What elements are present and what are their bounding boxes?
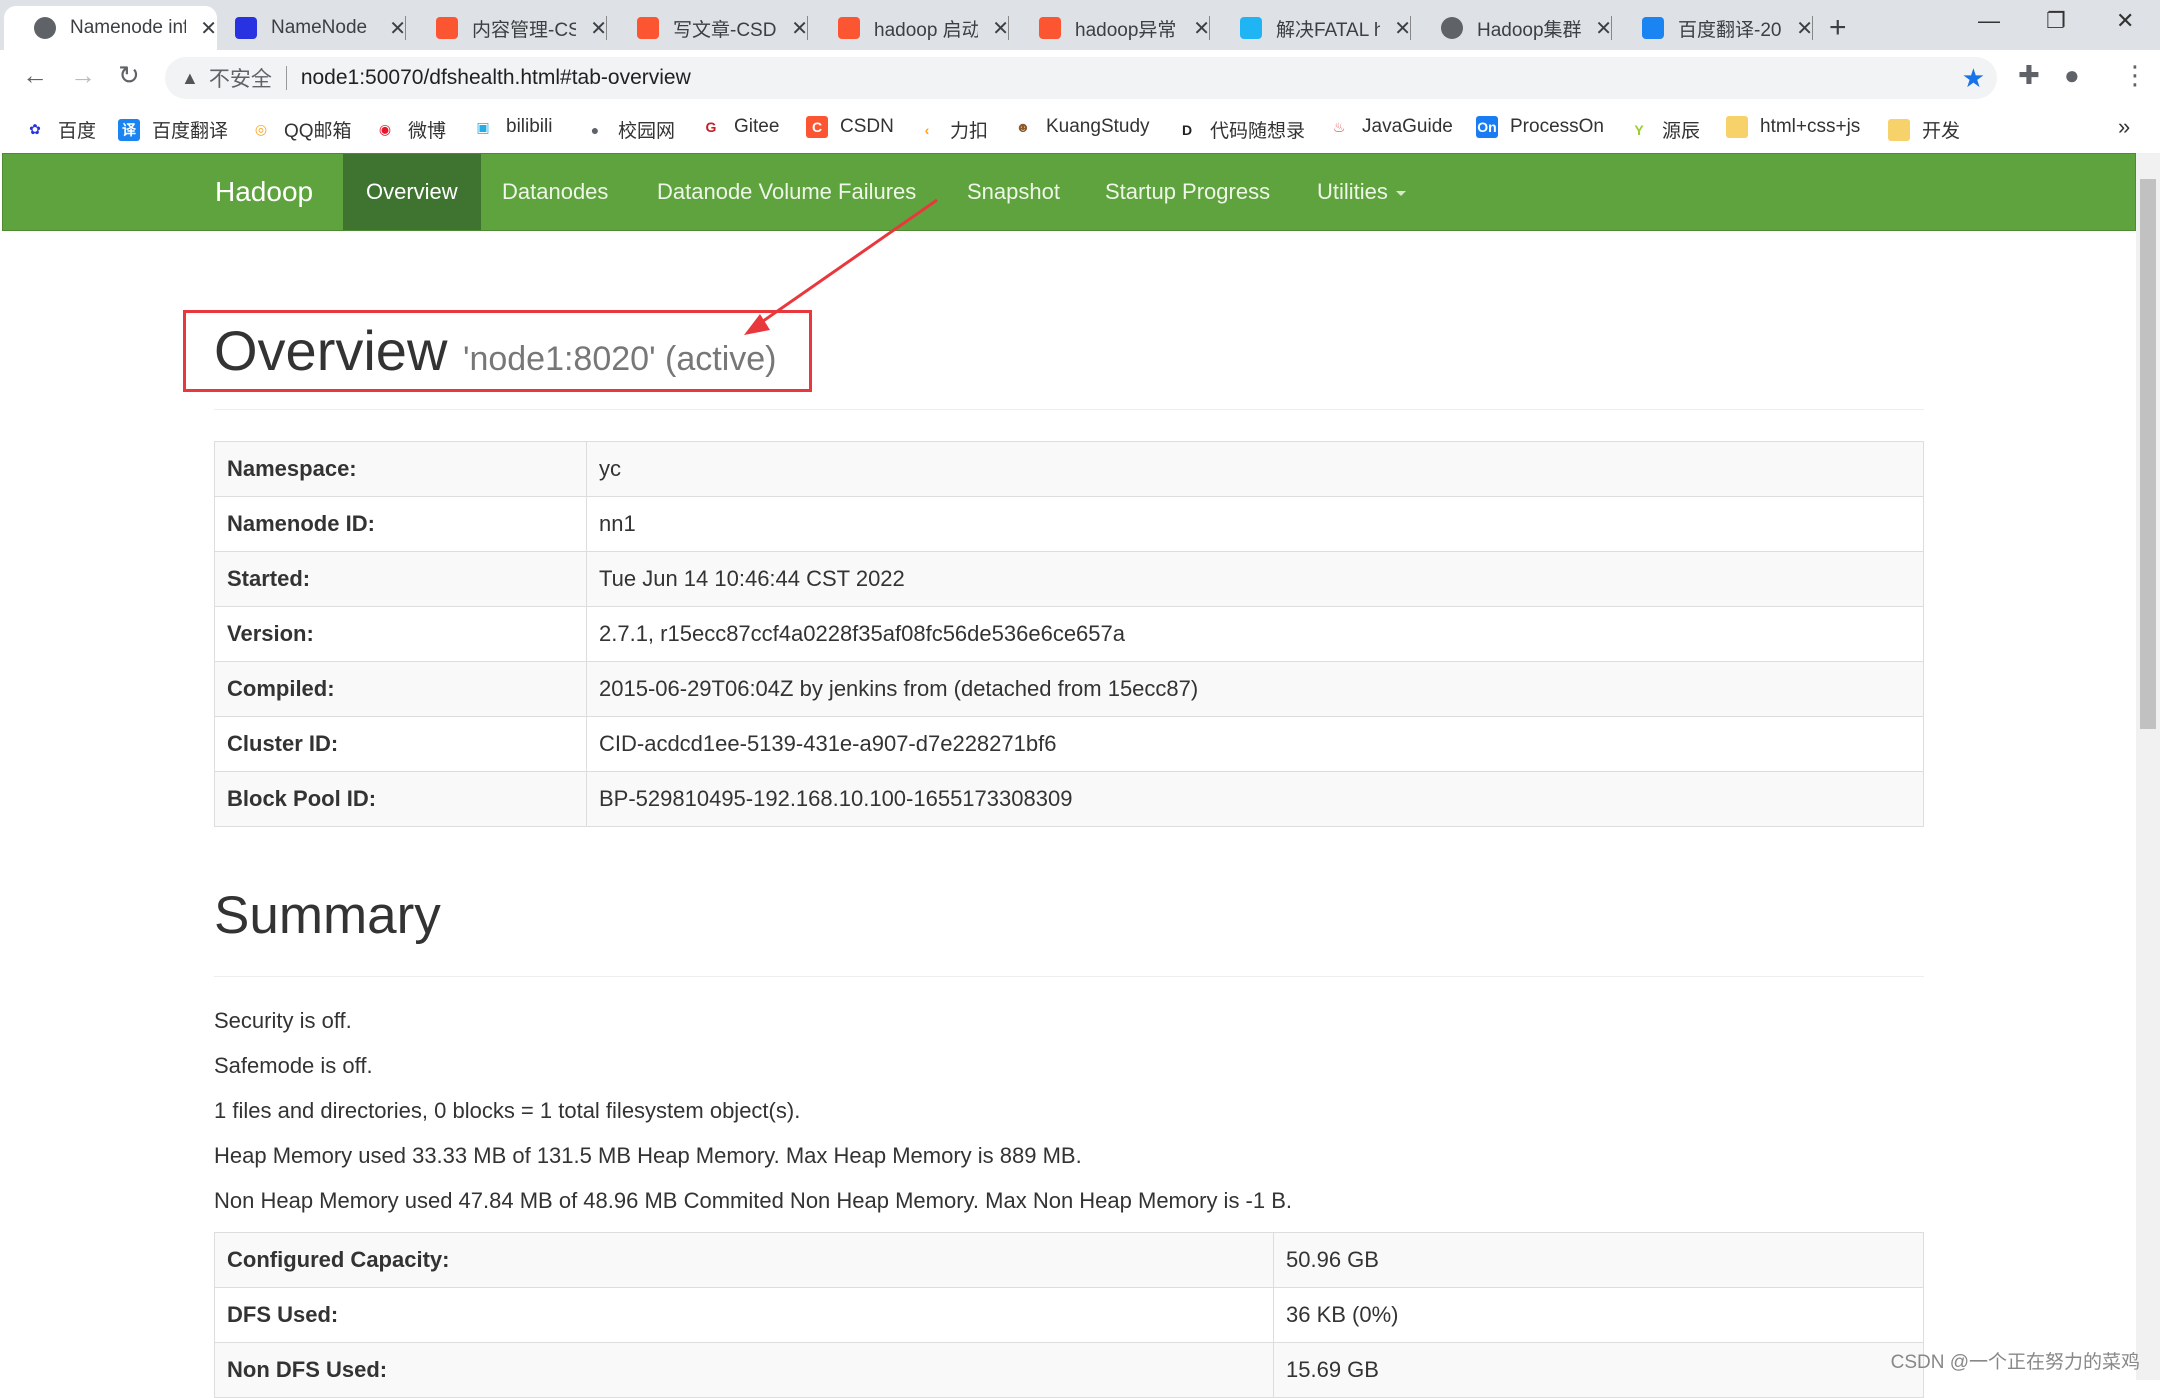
table-row: Started: Tue Jun 14 10:46:44 CST 2022 bbox=[214, 551, 1924, 607]
row-value: BP-529810495-192.168.10.100-165517330830… bbox=[586, 771, 1924, 827]
row-label: Compiled: bbox=[214, 661, 587, 717]
scrollbar-thumb[interactable] bbox=[2140, 179, 2156, 729]
divider bbox=[214, 409, 1924, 410]
row-label: Namespace: bbox=[214, 441, 587, 497]
row-value: Tue Jun 14 10:46:44 CST 2022 bbox=[586, 551, 1924, 607]
row-label: Non DFS Used: bbox=[214, 1342, 1274, 1398]
table-row: Namenode ID: nn1 bbox=[214, 496, 1924, 552]
row-value: 50.96 GB bbox=[1273, 1232, 1924, 1288]
table-row: Block Pool ID: BP-529810495-192.168.10.10… bbox=[214, 771, 1924, 827]
row-label: Started: bbox=[214, 551, 587, 607]
row-value: CID-acdcd1ee-5139-431e-a907-d7e228271bf6 bbox=[586, 716, 1924, 772]
table-row: Configured Capacity: 50.96 GB bbox=[214, 1232, 1924, 1288]
watermark: CSDN @一个正在努力的菜鸡 bbox=[1890, 1352, 2140, 1373]
table-row: Namespace: yc bbox=[214, 441, 1924, 497]
scrollbar[interactable] bbox=[2136, 153, 2160, 1380]
table-row: DFS Used: 36 KB (0%) bbox=[214, 1287, 1924, 1343]
summary-table: Configured Capacity: 50.96 GB DFS Used: 36 … bbox=[214, 1232, 1924, 1398]
row-label: Version: bbox=[214, 606, 587, 662]
row-label: Block Pool ID: bbox=[214, 771, 587, 827]
row-value: 2015-06-29T06:04Z by jenkins from (detac… bbox=[586, 661, 1924, 717]
summary-line: 1 files and directories, 0 blocks = 1 to… bbox=[214, 1098, 801, 1123]
summary-line: Safemode is off. bbox=[214, 1053, 373, 1078]
row-value: 15.69 GB bbox=[1273, 1342, 1924, 1398]
divider bbox=[214, 976, 1924, 977]
row-label: DFS Used: bbox=[214, 1287, 1274, 1343]
row-value: 36 KB (0%) bbox=[1273, 1287, 1924, 1343]
overview-table: Namespace: yc Namenode ID: nn1 Started: Tue J… bbox=[214, 441, 1924, 827]
row-value: 2.7.1, r15ecc87ccf4a0228f35af08fc56de536… bbox=[586, 606, 1924, 662]
summary-line: Non Heap Memory used 47.84 MB of 48.96 M… bbox=[214, 1188, 1293, 1213]
table-row: Non DFS Used: 15.69 GB bbox=[214, 1342, 1924, 1398]
summary-line: Security is off. bbox=[214, 1008, 352, 1033]
row-value: nn1 bbox=[586, 496, 1924, 552]
table-row: Compiled: 2015-06-29T06:04Z by jenkins fr… bbox=[214, 661, 1924, 717]
summary-title: Summary bbox=[214, 886, 441, 945]
table-row: Cluster ID: CID-acdcd1ee-5139-431e-a907-d… bbox=[214, 716, 1924, 772]
row-label: Namenode ID: bbox=[214, 496, 587, 552]
summary-line: Heap Memory used 33.33 MB of 131.5 MB He… bbox=[214, 1143, 1082, 1168]
row-label: Configured Capacity: bbox=[214, 1232, 1274, 1288]
row-label: Cluster ID: bbox=[214, 716, 587, 772]
table-row: Version: 2.7.1, r15ecc87ccf4a0228f35af08f… bbox=[214, 606, 1924, 662]
row-value: yc bbox=[586, 441, 1924, 497]
